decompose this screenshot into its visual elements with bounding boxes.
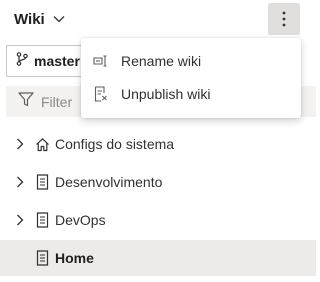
tree-item-label: Home bbox=[55, 250, 94, 266]
wiki-actions-menu: Rename wiki Unpublish wiki bbox=[81, 38, 301, 118]
page-icon bbox=[34, 250, 50, 266]
menu-item-label: Rename wiki bbox=[121, 53, 202, 69]
page-icon bbox=[34, 212, 50, 228]
page-icon bbox=[34, 174, 50, 190]
menu-item-unpublish-wiki[interactable]: Unpublish wiki bbox=[81, 78, 301, 110]
more-vertical-icon bbox=[282, 11, 286, 27]
home-icon bbox=[34, 136, 50, 152]
chevron-right-icon[interactable] bbox=[13, 137, 27, 151]
menu-item-label: Unpublish wiki bbox=[121, 86, 211, 102]
rename-icon bbox=[93, 53, 109, 69]
chevron-down-icon bbox=[53, 15, 65, 23]
tree-item-label: Configs do sistema bbox=[55, 136, 175, 152]
tree-item-label: DevOps bbox=[55, 212, 106, 228]
tree-item-desenvolvimento[interactable]: Desenvolvimento bbox=[0, 164, 316, 200]
chevron-right-icon[interactable] bbox=[13, 213, 27, 227]
tree-item-label: Desenvolvimento bbox=[55, 174, 163, 190]
wiki-selector[interactable]: Wiki bbox=[14, 7, 65, 31]
branch-name: master bbox=[34, 53, 80, 69]
wiki-title: Wiki bbox=[14, 10, 45, 28]
filter-placeholder: Filter bbox=[41, 93, 73, 110]
filter-icon bbox=[18, 91, 34, 112]
tree-item-devops[interactable]: DevOps bbox=[0, 202, 316, 238]
more-actions-button[interactable] bbox=[268, 3, 300, 35]
unpublish-icon bbox=[93, 86, 109, 102]
tree-item-configs-do-sistema[interactable]: Configs do sistema bbox=[0, 126, 316, 162]
branch-icon bbox=[16, 51, 28, 71]
chevron-right-icon[interactable] bbox=[13, 175, 27, 189]
menu-item-rename-wiki[interactable]: Rename wiki bbox=[81, 45, 301, 77]
tree-item-home[interactable]: Home bbox=[0, 240, 316, 276]
